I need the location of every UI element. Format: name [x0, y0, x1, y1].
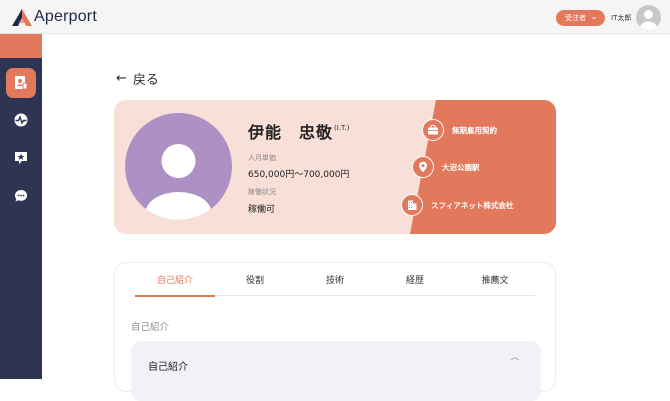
status-label: 稼働状況 — [248, 188, 276, 196]
location-pin-icon — [412, 156, 434, 178]
role-dropdown[interactable]: 受注者 ⌄ — [556, 10, 605, 26]
details-panel: 自己紹介 役割 技術 経歴 推薦文 自己紹介 自己紹介 ^ — [114, 262, 556, 401]
logo-icon — [12, 8, 32, 26]
tab-career[interactable]: 経歴 — [375, 263, 455, 296]
station-row: 大沼公園駅 — [412, 156, 480, 178]
profile-document-icon — [15, 76, 28, 90]
company-name: スフィアネット株式会社 — [431, 200, 514, 210]
app-logo[interactable]: Aperport — [12, 8, 97, 26]
chat-bubble-icon — [15, 190, 27, 202]
self-introduction-accordion[interactable]: 自己紹介 ^ — [131, 341, 541, 401]
sidebar-accent-bar — [0, 34, 42, 58]
accordion-title: 自己紹介 — [148, 362, 188, 373]
sidebar-item-profile[interactable] — [6, 68, 36, 98]
profile-avatar — [125, 113, 232, 220]
back-label: 戻る — [132, 73, 159, 88]
sidebar-item-messages[interactable] — [6, 181, 36, 211]
tab-skills[interactable]: 技術 — [295, 263, 375, 296]
user-avatar[interactable] — [636, 5, 661, 30]
profile-card: 伊能 忠敬 (I.T.) 人月単価 650,000円〜700,000円 稼働状況… — [114, 100, 556, 234]
chevron-up-icon[interactable]: ^ — [509, 357, 521, 367]
profile-initials: (I.T.) — [334, 124, 350, 132]
sidebar-item-recommendations[interactable] — [6, 143, 36, 173]
chevron-down-icon: ⌄ — [589, 13, 599, 21]
user-silhouette-icon — [640, 10, 657, 30]
app-name: Aperport — [34, 8, 97, 25]
user-silhouette-icon — [145, 144, 212, 220]
sidebar — [0, 34, 42, 379]
arrow-left-icon: ← — [116, 71, 127, 86]
briefcase-icon — [422, 119, 444, 141]
sidebar-item-activity[interactable] — [6, 105, 36, 135]
username: IT太郎 — [611, 14, 632, 22]
status-value: 稼働可 — [248, 205, 276, 215]
back-link[interactable]: ← 戻る — [116, 69, 159, 88]
rate-label: 人月単価 — [248, 154, 276, 162]
tab-bar: 自己紹介 役割 技術 経歴 推薦文 — [135, 263, 535, 297]
tab-self-introduction[interactable]: 自己紹介 — [135, 263, 215, 297]
contract-type: 無期雇用契約 — [452, 125, 497, 135]
tab-recommendation[interactable]: 推薦文 — [455, 263, 535, 296]
tab-role[interactable]: 役割 — [215, 263, 295, 296]
top-bar: Aperport 受注者 ⌄ IT太郎 — [0, 0, 670, 34]
starred-message-icon — [15, 152, 27, 164]
profile-name: 伊能 忠敬 — [248, 123, 334, 142]
building-icon — [401, 194, 423, 216]
contract-type-row: 無期雇用契約 — [422, 119, 497, 141]
rate-value: 650,000円〜700,000円 — [248, 170, 350, 180]
nearest-station: 大沼公園駅 — [442, 162, 480, 172]
pulse-icon — [14, 113, 28, 127]
role-label: 受注者 — [565, 14, 586, 22]
company-row: スフィアネット株式会社 — [401, 194, 513, 216]
section-title: 自己紹介 — [131, 322, 170, 333]
